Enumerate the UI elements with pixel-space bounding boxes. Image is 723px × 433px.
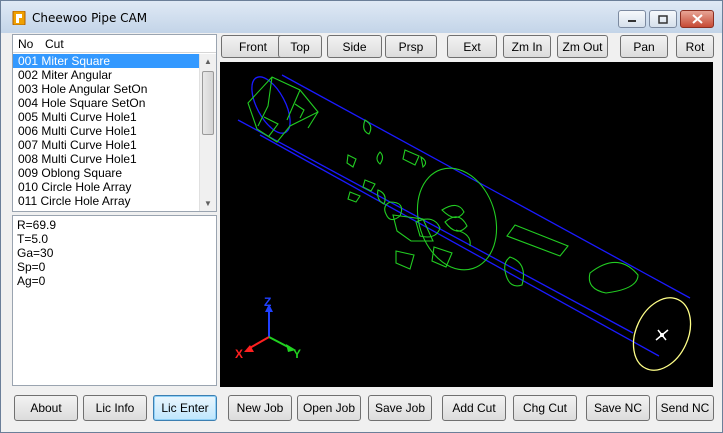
pipe-cut-contours (247, 76, 639, 294)
param-line: Ag=0 (17, 274, 46, 288)
cut-list-header: No Cut (13, 35, 216, 53)
column-header-cut[interactable]: Cut (45, 37, 64, 51)
list-item[interactable]: 009 Oblong Square (13, 166, 199, 180)
view-button-pan[interactable]: Pan (620, 35, 668, 58)
scroll-thumb[interactable] (202, 71, 214, 135)
param-line: Sp=0 (17, 260, 46, 274)
axis-label-z: Z (264, 295, 271, 309)
chg-cut-button[interactable]: Chg Cut (513, 395, 577, 421)
pipe-body (237, 74, 691, 357)
view-button-zm-in[interactable]: Zm In (503, 35, 551, 58)
close-button[interactable] (680, 10, 714, 28)
cut-list-items: 001 Miter Square 002 Miter Angular 003 Hol… (13, 54, 199, 208)
view-button-top[interactable]: Top (278, 35, 322, 58)
view-button-ext[interactable]: Ext (447, 35, 497, 58)
list-item[interactable]: 002 Miter Angular (13, 68, 199, 82)
view-button-side[interactable]: Side (327, 35, 382, 58)
param-line: R=69.9 (17, 218, 57, 232)
3d-viewport[interactable]: Z X Y (220, 62, 713, 387)
view-button-zm-out[interactable]: Zm Out (557, 35, 608, 58)
list-item[interactable]: 011 Circle Hole Array (13, 194, 199, 208)
app-logo-icon (12, 11, 26, 25)
title-bar[interactable]: Cheewoo Pipe CAM (1, 1, 722, 33)
parameters-panel[interactable]: R=69.9 T=5.0 Ga=30 Sp=0 Ag=0 (12, 215, 217, 386)
maximize-button[interactable] (649, 10, 677, 28)
view-button-rot[interactable]: Rot (676, 35, 714, 58)
pipe-3d-render: Z X Y (235, 74, 692, 371)
pipe-end-circle (632, 297, 692, 371)
column-header-no[interactable]: No (18, 37, 33, 51)
save-nc-button[interactable]: Save NC (586, 395, 650, 421)
list-item[interactable]: 007 Multi Curve Hole1 (13, 138, 199, 152)
list-item[interactable]: 006 Multi Curve Hole1 (13, 124, 199, 138)
lic-info-button[interactable]: Lic Info (83, 395, 147, 421)
view-button-prsp[interactable]: Prsp (385, 35, 437, 58)
window-title: Cheewoo Pipe CAM (32, 11, 148, 25)
axis-triad: Z X Y (235, 295, 301, 361)
param-line: T=5.0 (17, 232, 49, 246)
list-item[interactable]: 008 Multi Curve Hole1 (13, 152, 199, 166)
minimize-button[interactable] (618, 10, 646, 28)
close-icon (691, 14, 703, 24)
list-item[interactable]: 001 Miter Square (13, 54, 199, 68)
add-cut-button[interactable]: Add Cut (442, 395, 506, 421)
minimize-icon (628, 20, 636, 22)
view-button-front[interactable]: Front (221, 35, 285, 58)
about-button[interactable]: About (14, 395, 78, 421)
axis-label-x: X (235, 347, 243, 361)
axis-label-y: Y (293, 347, 301, 361)
cut-list[interactable]: No Cut 001 Miter Square 002 Miter Angular… (12, 34, 217, 212)
open-job-button[interactable]: Open Job (297, 395, 361, 421)
send-nc-button[interactable]: Send NC (656, 395, 714, 421)
save-job-button[interactable]: Save Job (368, 395, 432, 421)
list-item[interactable]: 004 Hole Square SetOn (13, 96, 199, 110)
list-item[interactable]: 003 Hole Angular SetOn (13, 82, 199, 96)
new-job-button[interactable]: New Job (228, 395, 292, 421)
list-item[interactable]: 010 Circle Hole Array (13, 180, 199, 194)
list-item[interactable]: 005 Multi Curve Hole1 (13, 110, 199, 124)
list-scrollbar[interactable]: ▲ ▼ (199, 54, 216, 211)
maximize-icon (658, 14, 668, 24)
scroll-up-icon[interactable]: ▲ (204, 57, 212, 66)
lic-enter-button[interactable]: Lic Enter (153, 395, 217, 421)
app-window: Cheewoo Pipe CAM No Cut 001 Miter Square… (0, 0, 723, 433)
scroll-down-icon[interactable]: ▼ (204, 199, 212, 208)
param-line: Ga=30 (17, 246, 54, 260)
